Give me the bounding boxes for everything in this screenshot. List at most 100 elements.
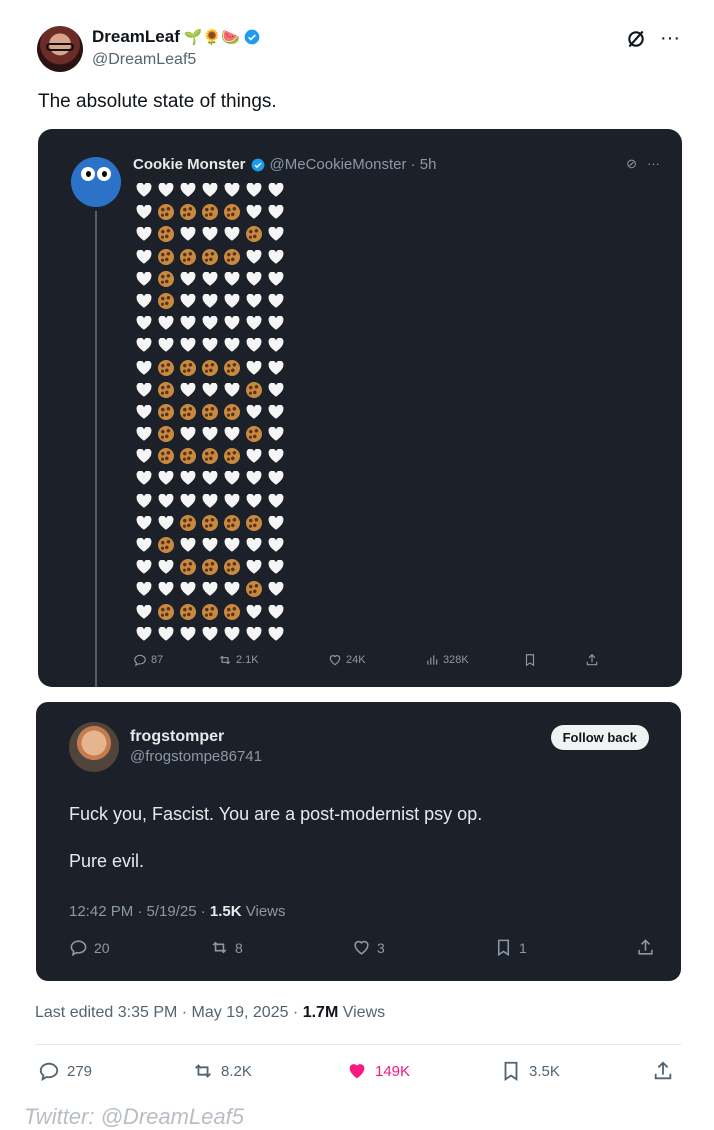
repost-button[interactable]: 8.2K [192, 1060, 252, 1082]
reply-metadata: 12:42 PM · 5/19/25 · 1.5K Views [69, 903, 286, 920]
cookie-emoji [177, 201, 199, 223]
like-button[interactable]: 24K [328, 653, 366, 667]
repost-button[interactable]: 2.1K [218, 653, 259, 667]
reply-icon [39, 1062, 59, 1082]
white-heart-emoji [265, 357, 287, 379]
cookie-emoji [243, 423, 265, 445]
white-heart-emoji [265, 268, 287, 290]
reply-author-name[interactable]: frogstomper [130, 728, 224, 746]
white-heart-emoji [221, 312, 243, 334]
white-heart-emoji [221, 578, 243, 600]
reply-button[interactable]: 20 [69, 938, 110, 957]
cookie-emoji [155, 534, 177, 556]
share-button[interactable] [652, 1060, 674, 1082]
white-heart-emoji [199, 490, 221, 512]
grok-icon[interactable]: ⊘ [626, 156, 637, 172]
white-heart-emoji [133, 401, 155, 423]
white-heart-emoji [221, 179, 243, 201]
white-heart-emoji [199, 467, 221, 489]
repost-icon [195, 1064, 211, 1078]
bookmark-button[interactable]: 3.5K [500, 1060, 560, 1082]
quoted-author-handle[interactable]: @MeCookieMonster · 5h [270, 156, 437, 173]
verified-badge-icon [251, 158, 264, 171]
repost-count: 8.2K [221, 1062, 252, 1080]
white-heart-emoji [199, 223, 221, 245]
cookie-emoji [155, 423, 177, 445]
white-heart-emoji [177, 268, 199, 290]
follow-back-button[interactable]: Follow back [550, 725, 649, 750]
verified-badge-icon [244, 29, 260, 45]
bookmark-icon [504, 1061, 518, 1081]
white-heart-emoji [243, 312, 265, 334]
white-heart-emoji [199, 268, 221, 290]
thread-line [95, 211, 97, 687]
author-handle[interactable]: @DreamLeaf5 [92, 51, 196, 69]
cookie-monster-avatar[interactable] [71, 157, 121, 207]
frogstomper-avatar[interactable] [69, 722, 119, 772]
white-heart-emoji [177, 467, 199, 489]
reply-text-line-1: Fuck you, Fascist. You are a post-modern… [69, 804, 483, 824]
views-button[interactable]: 328K [425, 653, 469, 667]
white-heart-emoji [199, 312, 221, 334]
reply-views-count: 1.5K [209, 903, 242, 920]
white-heart-emoji [243, 490, 265, 512]
quoted-author-name[interactable]: Cookie Monster [133, 156, 246, 173]
white-heart-emoji [155, 490, 177, 512]
cookie-emoji [243, 512, 265, 534]
white-heart-emoji [243, 179, 265, 201]
reply-button[interactable]: 279 [38, 1060, 92, 1082]
white-heart-emoji [243, 268, 265, 290]
repost-count: 8 [235, 939, 243, 956]
white-heart-emoji [133, 357, 155, 379]
reply-views-label: Views [241, 903, 286, 920]
cookie-emoji [155, 357, 177, 379]
bookmark-button[interactable]: 1 [494, 938, 527, 957]
author-avatar[interactable] [37, 26, 83, 72]
quoted-tweet-card[interactable]: Cookie Monster @MeCookieMonster · 5h ⊘ ·… [38, 129, 682, 687]
like-count: 24K [346, 654, 366, 666]
white-heart-emoji [243, 246, 265, 268]
share-button[interactable] [585, 653, 599, 667]
reply-author-handle[interactable]: @frogstompe86741 [130, 748, 262, 765]
more-options-icon[interactable]: ··· [660, 27, 680, 50]
cookie-emoji [177, 246, 199, 268]
white-heart-emoji [133, 423, 155, 445]
reply-tweet-card[interactable]: frogstomper @frogstompe86741 Follow back… [36, 702, 681, 981]
author-name[interactable]: DreamLeaf [92, 27, 180, 47]
white-heart-emoji [199, 534, 221, 556]
white-heart-emoji [221, 490, 243, 512]
repost-button[interactable]: 8 [210, 938, 243, 957]
bookmark-icon [497, 939, 510, 957]
emoji-grid [133, 179, 287, 645]
white-heart-emoji [221, 623, 243, 645]
white-heart-emoji [243, 334, 265, 356]
white-heart-emoji [177, 490, 199, 512]
post-top-icons: ··· [626, 27, 680, 50]
more-options-icon[interactable]: ··· [647, 156, 660, 172]
edited-timestamp[interactable]: Last edited 3:35 PM · May 19, 2025 · [35, 1004, 303, 1021]
reply-actions: 20 8 3 1 [69, 938, 659, 958]
grok-icon[interactable] [626, 29, 646, 49]
white-heart-emoji [155, 578, 177, 600]
watermark: Twitter: @DreamLeaf5 [24, 1104, 244, 1129]
share-icon [638, 939, 653, 955]
white-heart-emoji [221, 467, 243, 489]
like-button[interactable]: 149K [346, 1060, 410, 1082]
white-heart-emoji [177, 179, 199, 201]
bookmark-icon [525, 654, 535, 667]
cookie-emoji [221, 512, 243, 534]
reply-timestamp[interactable]: 12:42 PM · 5/19/25 · [69, 903, 210, 920]
white-heart-emoji [265, 246, 287, 268]
share-button[interactable] [636, 938, 655, 957]
views-count: 328K [443, 654, 469, 666]
share-icon [654, 1061, 672, 1080]
quoted-actions: 87 2.1K 24K 328K [133, 653, 613, 671]
reply-button[interactable]: 87 [133, 653, 163, 667]
post-text: The absolute state of things. [38, 91, 277, 112]
white-heart-emoji [265, 201, 287, 223]
reply-count: 279 [67, 1062, 93, 1080]
bookmark-button[interactable] [523, 653, 537, 667]
white-heart-emoji [177, 423, 199, 445]
like-button[interactable]: 3 [352, 938, 385, 957]
white-heart-emoji [243, 290, 265, 312]
